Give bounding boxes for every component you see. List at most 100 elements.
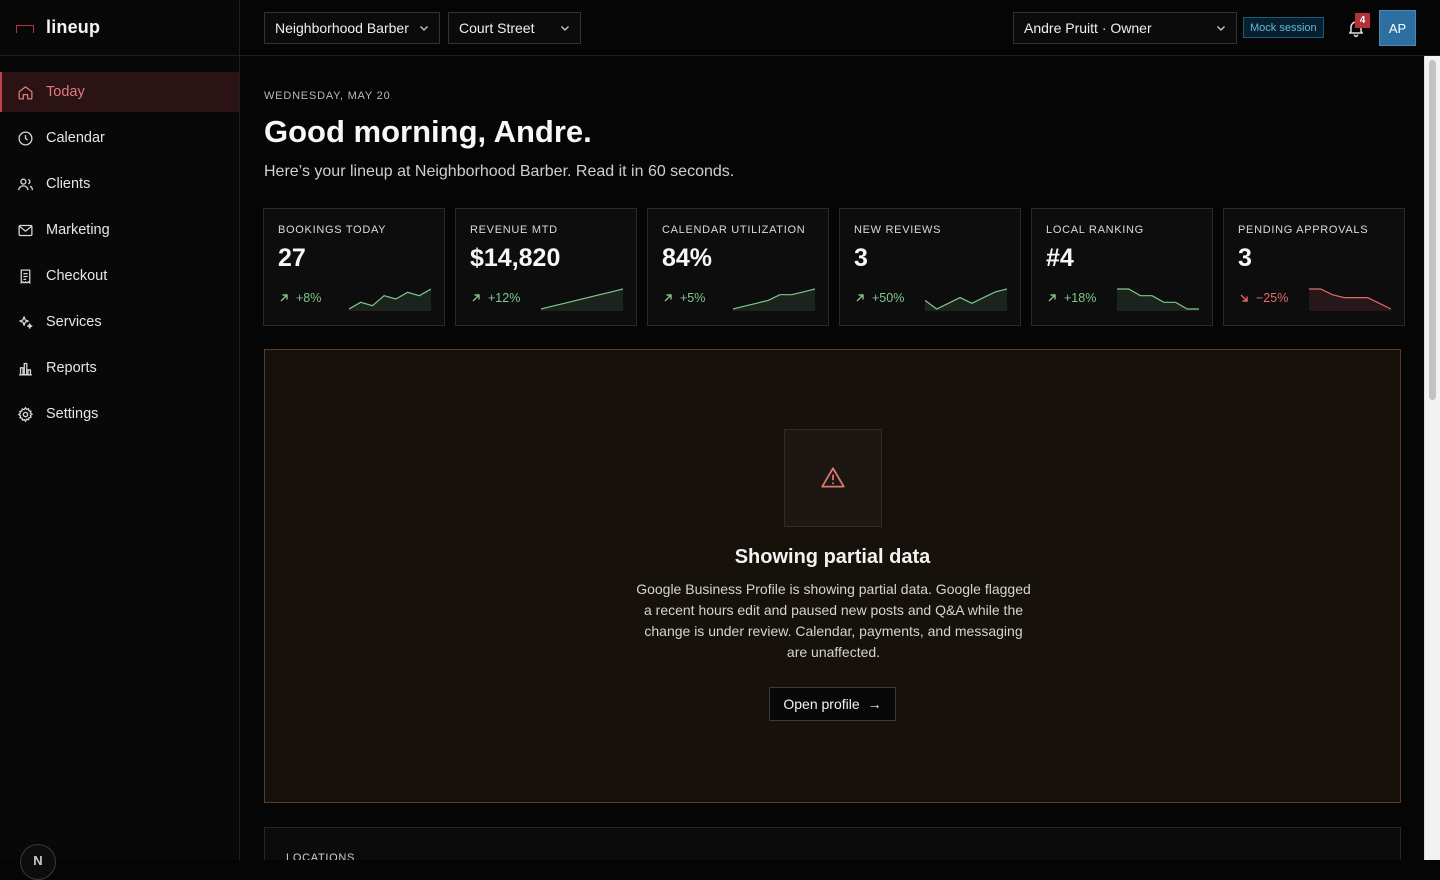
kpi-delta-value: +12% — [488, 291, 521, 305]
clock-icon — [16, 129, 34, 147]
kpi-value: 3 — [1238, 244, 1252, 272]
home-icon — [16, 83, 34, 101]
sidebar-item-label: Settings — [46, 406, 99, 422]
kpi-delta-value: +8% — [296, 291, 322, 305]
kpi-label: LOCAL RANKING — [1046, 224, 1144, 236]
arrow-up-right-icon — [280, 294, 288, 302]
user-select[interactable]: Andre Pruitt · Owner — [1013, 12, 1237, 44]
sidebar: lineup Today Calendar Clients Marketing — [0, 0, 240, 880]
open-profile-button[interactable]: Open profile → — [769, 687, 896, 721]
receipt-icon — [16, 267, 34, 285]
location-select[interactable]: Court Street — [448, 12, 581, 44]
user-select-value: Andre Pruitt · Owner — [1024, 20, 1152, 36]
sidebar-item-reports[interactable]: Reports — [0, 348, 239, 388]
chevron-down-icon — [420, 26, 428, 31]
sparkle-icon — [16, 313, 34, 331]
kpi-delta: +50% — [855, 291, 904, 305]
kpi-value: #4 — [1046, 244, 1074, 272]
page-subtitle: Here’s your lineup at Neighborhood Barbe… — [264, 163, 735, 180]
kpi-card-revenue-mtd[interactable]: REVENUE MTD $14,820 +12% — [455, 208, 637, 326]
kpi-sparkline — [733, 288, 815, 311]
kpi-label: PENDING APPROVALS — [1238, 224, 1369, 236]
kpi-delta: +8% — [279, 291, 321, 305]
brand-name: lineup — [46, 17, 101, 37]
alert-title: Showing partial data — [734, 546, 931, 568]
warning-icon-box — [784, 429, 882, 527]
kpi-card-new-reviews[interactable]: NEW REVIEWS 3 +50% — [839, 208, 1021, 326]
workspace-avatar[interactable]: N — [20, 844, 56, 880]
kpi-value: 3 — [854, 244, 868, 272]
mock-session-badge: Mock session — [1243, 17, 1324, 38]
kpi-label: BOOKINGS TODAY — [278, 224, 387, 236]
kpi-sparkline — [541, 288, 623, 311]
kpi-sparkline — [349, 288, 431, 311]
mail-icon — [16, 221, 34, 239]
chevron-down-icon — [1217, 26, 1225, 31]
kpi-delta: +12% — [471, 291, 520, 305]
arrow-up-right-icon — [856, 294, 864, 302]
sidebar-item-services[interactable]: Services — [0, 302, 239, 342]
location-select-value: Court Street — [459, 20, 535, 36]
sidebar-item-label: Calendar — [46, 130, 105, 146]
topbar: Neighborhood Barber Court Street Andre P… — [240, 0, 1440, 56]
sidebar-item-label: Services — [46, 314, 102, 330]
arrow-right-icon: → — [867, 696, 882, 712]
kpi-sparkline — [1309, 288, 1391, 311]
sidebar-item-marketing[interactable]: Marketing — [0, 210, 239, 250]
kpi-value: 27 — [278, 244, 306, 272]
arrow-down-right-icon — [1240, 294, 1248, 302]
users-icon — [16, 175, 34, 193]
main-content: WEDNESDAY, MAY 20 Good morning, Andre. H… — [240, 56, 1424, 860]
sidebar-item-label: Reports — [46, 360, 97, 376]
sidebar-nav: Today Calendar Clients Marketing Checkou… — [0, 72, 239, 434]
kpi-delta: −25% — [1239, 291, 1288, 305]
sparkline-area — [1117, 289, 1199, 311]
locations-panel: LOCATIONS — [264, 827, 1401, 860]
kpi-card-bookings-today[interactable]: BOOKINGS TODAY 27 +8% — [263, 208, 445, 326]
kpi-delta: +5% — [663, 291, 705, 305]
date-label: WEDNESDAY, MAY 20 — [264, 90, 391, 102]
kpi-delta-value: +18% — [1064, 291, 1097, 305]
arrow-up-right-icon — [664, 294, 672, 302]
kpi-card-calendar-utilization[interactable]: CALENDAR UTILIZATION 84% +5% — [647, 208, 829, 326]
kpi-value: 84% — [662, 244, 713, 272]
kpi-delta: +18% — [1047, 291, 1096, 305]
sidebar-item-label: Checkout — [46, 268, 108, 284]
alert-body: Google Business Profile is showing parti… — [636, 581, 1031, 660]
brand[interactable]: lineup — [0, 0, 239, 56]
page-title: Good morning, Andre. — [264, 114, 592, 149]
sparkline-area — [1309, 289, 1391, 311]
scrollbar-thumb[interactable] — [1429, 60, 1436, 400]
arrow-up-right-icon — [1048, 294, 1056, 302]
bar-chart-icon — [16, 359, 34, 377]
gear-icon — [16, 405, 34, 423]
sidebar-item-today[interactable]: Today — [0, 72, 239, 112]
kpi-card-pending-approvals[interactable]: PENDING APPROVALS 3 −25% — [1223, 208, 1405, 326]
sidebar-item-label: Today — [46, 84, 85, 100]
arrow-up-right-icon — [472, 294, 480, 302]
kpi-delta-value: +5% — [680, 291, 706, 305]
sidebar-item-clients[interactable]: Clients — [0, 164, 239, 204]
locations-heading: LOCATIONS — [286, 852, 356, 860]
sidebar-item-label: Marketing — [46, 222, 110, 238]
sidebar-item-label: Clients — [46, 176, 91, 192]
kpi-delta-value: −25% — [1256, 291, 1289, 305]
partial-data-alert: Showing partial data Google Business Pro… — [264, 349, 1401, 803]
open-profile-label: Open profile — [783, 696, 860, 712]
avatar[interactable]: AP — [1379, 10, 1416, 46]
scrollbar[interactable] — [1424, 56, 1440, 860]
kpi-label: NEW REVIEWS — [854, 224, 942, 236]
sidebar-item-calendar[interactable]: Calendar — [0, 118, 239, 158]
kpi-card-local-ranking[interactable]: LOCAL RANKING #4 +18% — [1031, 208, 1213, 326]
sparkline-area — [349, 289, 431, 311]
notification-count-badge: 4 — [1355, 13, 1370, 28]
chevron-down-icon — [561, 26, 569, 31]
kpi-value: $14,820 — [470, 244, 561, 272]
business-select[interactable]: Neighborhood Barber — [264, 12, 440, 44]
kpi-sparkline — [925, 288, 1007, 311]
kpi-delta-value: +50% — [872, 291, 905, 305]
kpi-label: CALENDAR UTILIZATION — [662, 224, 806, 236]
sidebar-item-checkout[interactable]: Checkout — [0, 256, 239, 296]
sidebar-item-settings[interactable]: Settings — [0, 394, 239, 434]
kpi-sparkline — [1117, 288, 1199, 311]
